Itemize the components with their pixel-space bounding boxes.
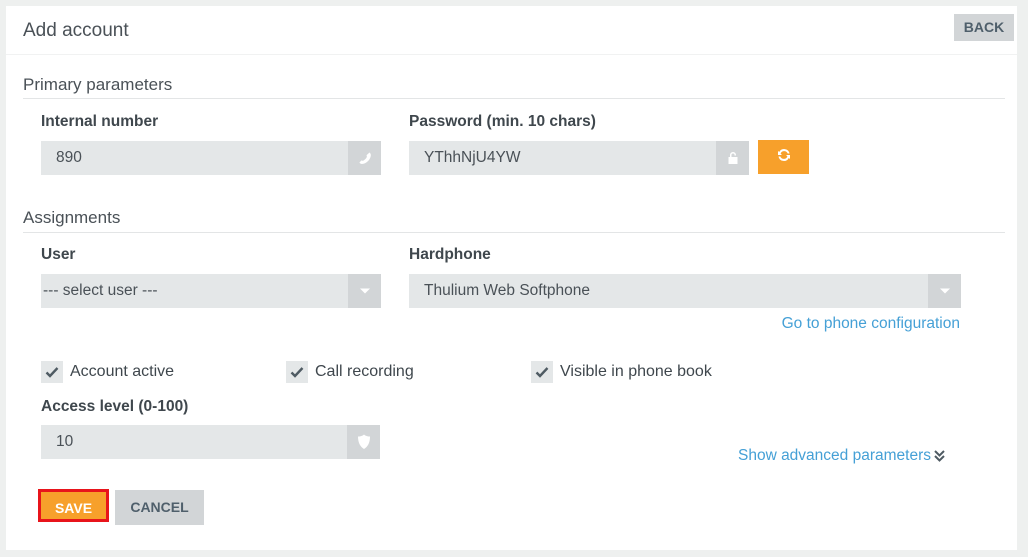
chevron-down-icon[interactable] (348, 274, 381, 308)
shield-icon (347, 425, 380, 459)
refresh-icon (776, 147, 792, 168)
show-advanced-parameters-link[interactable]: Show advanced parameters (738, 447, 931, 465)
account-active-checkbox[interactable]: Account active (41, 361, 174, 383)
save-button[interactable]: SAVE (38, 489, 109, 522)
call-recording-checkbox[interactable]: Call recording (286, 361, 414, 383)
password-value[interactable]: YThhNjU4YW (409, 149, 716, 167)
access-level-label: Access level (0-100) (41, 398, 189, 415)
section-divider (23, 98, 1005, 99)
account-active-label: Account active (70, 363, 175, 380)
section-divider (23, 232, 1005, 233)
checkmark-icon[interactable] (286, 361, 308, 383)
visible-in-phone-book-label: Visible in phone book (560, 363, 712, 380)
internal-number-value[interactable]: 890 (41, 149, 348, 167)
internal-number-label: Internal number (41, 113, 159, 130)
chevron-down-icon[interactable] (928, 274, 961, 308)
unlock-icon (716, 141, 749, 175)
checkmark-icon[interactable] (531, 361, 553, 383)
back-button[interactable]: BACK (954, 14, 1014, 41)
phone-icon (348, 141, 381, 175)
call-recording-label: Call recording (315, 363, 414, 380)
user-label: User (41, 246, 76, 263)
checkmark-icon[interactable] (41, 361, 63, 383)
password-input[interactable]: YThhNjU4YW (409, 141, 749, 175)
add-account-panel: Add account BACK Primary parameters Inte… (6, 6, 1017, 550)
phone-configuration-link[interactable]: Go to phone configuration (782, 315, 960, 333)
hardphone-select[interactable]: Thulium Web Softphone (409, 274, 961, 308)
hardphone-label: Hardphone (409, 246, 491, 263)
cancel-button[interactable]: CANCEL (115, 490, 204, 525)
double-chevron-down-icon[interactable] (934, 449, 945, 468)
hardphone-select-value[interactable]: Thulium Web Softphone (409, 282, 928, 300)
user-select-value[interactable]: --- select user --- (41, 282, 348, 300)
password-label: Password (min. 10 chars) (409, 113, 596, 130)
panel-header: Add account BACK (6, 6, 1017, 55)
regenerate-password-button[interactable] (758, 140, 809, 174)
visible-in-phone-book-checkbox[interactable]: Visible in phone book (531, 361, 712, 383)
section-title-assignments: Assignments (23, 208, 121, 227)
access-level-input[interactable]: 10 (41, 425, 380, 459)
user-select[interactable]: --- select user --- (41, 274, 381, 308)
access-level-value[interactable]: 10 (41, 433, 347, 451)
section-title-primary: Primary parameters (23, 75, 173, 94)
internal-number-input[interactable]: 890 (41, 141, 381, 175)
page-title: Add account (23, 20, 129, 41)
